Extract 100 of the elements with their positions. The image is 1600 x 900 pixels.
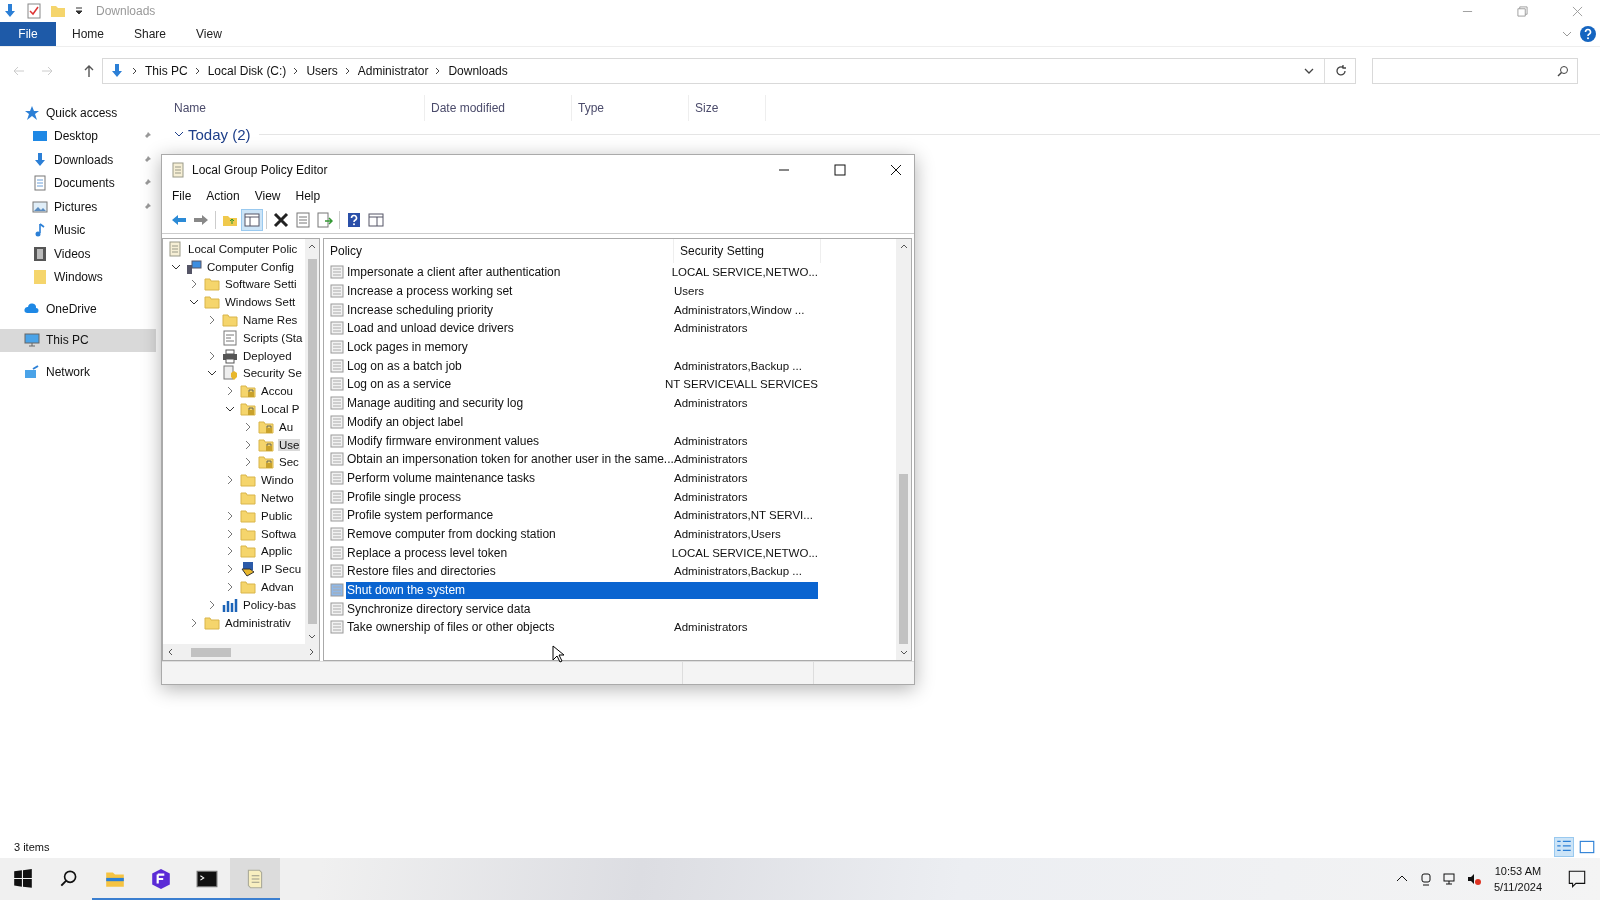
refresh-icon[interactable] xyxy=(1335,65,1347,77)
breadcrumb[interactable]: Downloads xyxy=(448,64,508,78)
nav-item[interactable]: Network xyxy=(0,360,156,384)
nav-item[interactable]: Music xyxy=(0,218,156,242)
policy-row[interactable]: Perform volume maintenance tasks Administrators xyxy=(346,469,818,487)
breadcrumb[interactable]: Users xyxy=(306,64,338,78)
tree-item[interactable]: Sec xyxy=(278,456,300,469)
policy-row[interactable]: Remove computer from docking station Administrators,Users xyxy=(346,525,818,543)
up-arrow-icon[interactable] xyxy=(82,64,96,78)
tree-item[interactable]: Windo xyxy=(260,474,295,487)
ribbon-tab[interactable]: Home xyxy=(58,22,118,46)
console-tree-icon[interactable] xyxy=(241,209,263,231)
network-monitor-icon[interactable] xyxy=(1442,872,1457,886)
column-header[interactable]: Type xyxy=(572,95,689,121)
large-icons-view-icon[interactable] xyxy=(1578,838,1596,856)
chevron-right-icon[interactable] xyxy=(189,617,199,628)
ribbon-tab[interactable]: Share xyxy=(120,22,181,46)
policy-row[interactable]: Restore files and directories Administrators,Backup ... xyxy=(346,562,818,580)
chevron-down-icon[interactable] xyxy=(1304,66,1314,76)
policy-row[interactable]: Modify an object label xyxy=(346,413,818,431)
chevron-right-icon[interactable] xyxy=(243,457,253,468)
tree-item[interactable]: Deployed xyxy=(242,349,293,362)
chevron-right-icon[interactable] xyxy=(207,599,217,610)
clock-time[interactable]: 10:53 AM xyxy=(1494,863,1542,879)
policy-row[interactable]: Shut down the system xyxy=(346,581,818,599)
scrollbar-thumb[interactable] xyxy=(899,474,908,644)
chevron-right-icon[interactable] xyxy=(225,582,235,593)
tree-item[interactable]: Netwo xyxy=(260,492,295,505)
policy-row[interactable]: Manage auditing and security log Administrators xyxy=(346,394,818,412)
policy-row[interactable]: Increase a process working set Users xyxy=(346,282,818,300)
chevron-right-icon[interactable] xyxy=(225,564,235,575)
breadcrumb[interactable]: Local Disk (C:) xyxy=(207,64,287,78)
webcam-icon[interactable] xyxy=(1418,872,1433,886)
policy-row[interactable]: Increase scheduling priority Administrators,Window ... xyxy=(346,301,818,319)
tree-item[interactable]: Computer Config xyxy=(206,260,295,273)
nav-item[interactable]: Downloads xyxy=(0,148,156,172)
column-header[interactable]: Size xyxy=(689,95,766,121)
tree-item[interactable]: Software Setti xyxy=(224,278,298,291)
dropdown-caret-icon[interactable] xyxy=(74,6,84,16)
tree-item[interactable]: Windows Sett xyxy=(224,296,297,309)
address-bar[interactable]: This PC Local Disk (C:) Users Administrator Downloads xyxy=(102,58,1356,84)
column-header[interactable]: Policy xyxy=(330,244,673,258)
tree-item[interactable]: Local Computer Polic xyxy=(187,242,299,255)
tree-item[interactable]: Local P xyxy=(260,403,301,416)
export-list-icon[interactable] xyxy=(314,209,336,231)
chevron-right-icon[interactable] xyxy=(225,528,235,539)
tree-item[interactable]: Policy-bas xyxy=(242,598,298,611)
menu-item[interactable]: Action xyxy=(206,189,240,203)
scrollbar[interactable] xyxy=(896,239,911,660)
policy-row[interactable]: Take ownership of files or other objects Administrators xyxy=(346,618,818,636)
search-field[interactable] xyxy=(1372,58,1578,84)
policy-row[interactable]: Obtain an impersonation token for another user in the same...Administrators xyxy=(346,450,818,468)
tree-item[interactable]: Advan xyxy=(260,581,295,594)
group-header[interactable]: Today (2) xyxy=(188,125,251,143)
properties-icon[interactable] xyxy=(26,3,42,19)
tree-item[interactable]: Name Res xyxy=(242,314,299,327)
nav-item[interactable]: Desktop xyxy=(0,124,156,148)
policy-row[interactable]: Log on as a service NT SERVICE\ALL SERVICES xyxy=(346,375,818,393)
tree-item[interactable]: Administrativ xyxy=(224,616,292,629)
nav-item[interactable]: Videos xyxy=(0,242,156,266)
clock-date[interactable]: 5/11/2024 xyxy=(1493,879,1542,895)
chevron-down-icon[interactable] xyxy=(174,129,184,139)
help-icon[interactable] xyxy=(1580,26,1596,42)
column-header[interactable]: Security Setting xyxy=(673,239,821,263)
column-header[interactable]: Name xyxy=(174,95,425,121)
nav-item[interactable]: This PC xyxy=(0,328,156,352)
chevron-right-icon[interactable] xyxy=(225,510,235,521)
nav-item[interactable]: Documents xyxy=(0,171,156,195)
speaker-muted-icon[interactable] xyxy=(1466,872,1481,886)
nav-item[interactable]: Quick access xyxy=(0,101,156,125)
policy-row[interactable]: Modify firmware environment values Administrators xyxy=(346,432,818,450)
chevron-right-icon[interactable] xyxy=(225,475,235,486)
policy-row[interactable]: Replace a process level token LOCAL SERVICE,NETWO... xyxy=(346,544,818,562)
tree-item[interactable]: Scripts (Sta xyxy=(242,331,304,344)
chevron-right-icon[interactable] xyxy=(207,315,217,326)
tree-item[interactable]: IP Secu xyxy=(260,563,303,576)
tree-item[interactable]: Softwa xyxy=(260,527,298,540)
scrollbar-thumb[interactable] xyxy=(191,647,231,657)
policy-row[interactable]: Synchronize directory service data xyxy=(346,600,818,618)
chevron-right-icon[interactable] xyxy=(225,386,235,397)
menu-item[interactable]: View xyxy=(254,189,281,203)
close-icon[interactable] xyxy=(890,164,902,176)
scrollbar[interactable] xyxy=(163,644,319,660)
tree-item[interactable]: Applic xyxy=(260,545,294,558)
tree-item[interactable]: Security Se xyxy=(242,367,303,380)
maximize-icon[interactable] xyxy=(834,164,846,176)
tree-item[interactable]: Public xyxy=(260,509,294,522)
notepad-icon[interactable] xyxy=(230,858,280,900)
breadcrumb[interactable]: Administrator xyxy=(357,64,429,78)
policy-row[interactable]: Profile system performance Administrators,NT SERVI... xyxy=(346,506,818,524)
scrollbar[interactable] xyxy=(305,239,319,644)
policy-row[interactable]: Impersonate a client after authentication LOCAL SERVICE,NETWO... xyxy=(346,263,818,281)
policy-row[interactable]: Log on as a batch job Administrators,Backup ... xyxy=(346,357,818,375)
chevron-right-icon[interactable] xyxy=(243,439,253,450)
tree-item[interactable]: Use xyxy=(278,438,301,451)
menu-item[interactable]: File xyxy=(172,189,192,203)
nav-item[interactable]: OneDrive xyxy=(0,297,156,321)
chevron-right-icon[interactable] xyxy=(207,350,217,361)
policy-row[interactable]: Profile single process Administrators xyxy=(346,488,818,506)
ribbon-tab[interactable]: View xyxy=(182,22,236,46)
